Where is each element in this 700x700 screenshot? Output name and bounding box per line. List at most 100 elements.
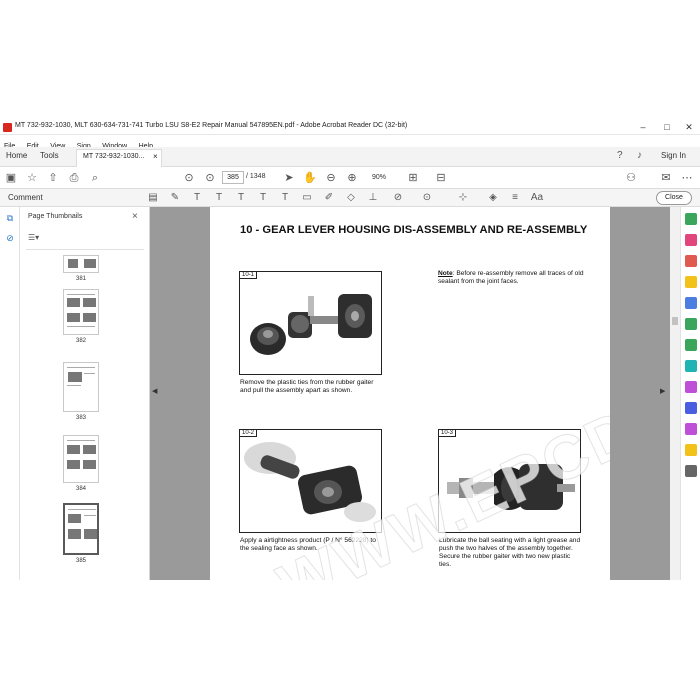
sign-in-button[interactable]: Sign In: [661, 151, 686, 160]
pencil-icon[interactable]: ✐: [322, 191, 336, 205]
assembled-housing-photo: [447, 464, 575, 510]
close-comment-button[interactable]: Close: [656, 191, 692, 205]
edit-pdf-icon[interactable]: [685, 255, 697, 267]
thumbnail-number: 383: [75, 415, 86, 421]
more-tools-icon[interactable]: ⋯: [680, 171, 694, 185]
zoom-in-icon[interactable]: ⊕: [345, 171, 359, 185]
more-tools-rail-icon[interactable]: [685, 465, 697, 477]
help-icon[interactable]: ?: [617, 150, 623, 161]
eraser-icon[interactable]: ◇: [344, 191, 358, 205]
pin-icon[interactable]: ⊹: [456, 191, 470, 205]
figure-10-1: 10-1: [239, 271, 382, 375]
collapse-left-panel-icon[interactable]: ◀: [152, 387, 157, 395]
zoom-select[interactable]: 90%: [364, 171, 394, 184]
thumbnail-page-381[interactable]: [63, 255, 99, 273]
expand-right-panel-icon[interactable]: ▶: [660, 387, 665, 395]
document-scrollbar[interactable]: [670, 207, 680, 580]
export-pdf-icon[interactable]: [685, 213, 697, 225]
minimize-button[interactable]: –: [632, 121, 654, 133]
notification-bell-icon[interactable]: ♪: [637, 150, 642, 161]
page-heading: 10 - GEAR LEVER HOUSING DIS-ASSEMBLY AND…: [240, 224, 588, 236]
bookmark-star-icon[interactable]: ☆: [25, 171, 39, 185]
note-text: : Before re-assembly remove all traces o…: [438, 270, 584, 285]
email-icon[interactable]: ✉: [659, 171, 673, 185]
comment-toolbar-label: Comment: [8, 193, 43, 202]
strikethrough-text-icon[interactable]: T: [212, 191, 226, 205]
fill-color-icon[interactable]: ◈: [486, 191, 500, 205]
thumbnail-number-selected: 385: [75, 558, 86, 564]
acrobat-window: MT 732-932-1030, MLT 630-634-731-741 Tur…: [0, 120, 700, 580]
underline-text-icon[interactable]: T: [190, 191, 204, 205]
panel-title: Page Thumbnails: [28, 213, 83, 220]
figure-label: 10-3: [439, 430, 457, 437]
thumbnail-number: 384: [75, 486, 86, 492]
highlight-icon[interactable]: ✎: [168, 191, 182, 205]
figure-10-2-caption: Apply a airtightness product (P / N° 562…: [240, 537, 376, 552]
acrobat-logo-icon: [3, 123, 12, 132]
print-icon[interactable]: ⎙: [67, 171, 81, 185]
font-size-icon[interactable]: Aa: [530, 191, 544, 205]
page-number-input[interactable]: 385: [222, 171, 244, 184]
protect-icon[interactable]: [685, 402, 697, 414]
tab-document[interactable]: MT 732-932-1030... ×: [76, 149, 162, 167]
next-page-icon[interactable]: ⊙: [203, 171, 217, 185]
figure-10-2: 10-2: [239, 429, 382, 533]
share-people-icon[interactable]: ⚇: [624, 171, 638, 185]
search-icon[interactable]: ⌕: [88, 171, 102, 185]
attachments-icon[interactable]: ⊘: [4, 233, 16, 245]
save-icon[interactable]: ▣: [4, 171, 18, 185]
tab-bar: Home Tools MT 732-932-1030... × ? ♪ Sign…: [0, 147, 700, 167]
figure-10-3: 10-3: [438, 429, 581, 533]
shapes-icon[interactable]: ⊙: [420, 191, 434, 205]
comment-toolbar: Comment ▤ ✎ T T T T T ▭ ✐ ◇ ⊥ ⊘ ⊙ ⊹ ◈ ≡ …: [0, 189, 700, 207]
title-bar: MT 732-932-1030, MLT 630-634-731-741 Tur…: [0, 120, 700, 135]
sticky-note-icon[interactable]: ▤: [146, 191, 160, 205]
thumbnail-page-382[interactable]: [63, 289, 99, 335]
combine-files-icon[interactable]: [685, 297, 697, 309]
tab-home[interactable]: Home: [6, 151, 27, 160]
prepare-form-icon[interactable]: [685, 444, 697, 456]
scan-ocr-icon[interactable]: [685, 339, 697, 351]
scroll-mode-icon[interactable]: ⊟: [434, 171, 448, 185]
tab-tools[interactable]: Tools: [40, 151, 59, 160]
panel-close-icon[interactable]: ×: [132, 211, 138, 222]
hand-tool-icon[interactable]: ✋: [303, 171, 317, 185]
document-viewport: ◀ ▶ 10 - GEAR LEVER HOUSING DIS-ASSEMBLY…: [150, 207, 670, 580]
compress-pdf-icon[interactable]: [685, 360, 697, 372]
thumbnail-page-383[interactable]: [63, 362, 99, 412]
close-window-button[interactable]: ✕: [678, 121, 700, 133]
comment-tool-icon[interactable]: [685, 276, 697, 288]
thumbnail-options-icon[interactable]: ☰▾: [28, 233, 39, 242]
insert-text-icon[interactable]: T: [256, 191, 270, 205]
replace-text-icon[interactable]: T: [234, 191, 248, 205]
text-box-icon[interactable]: T: [278, 191, 292, 205]
zoom-out-icon[interactable]: ⊖: [324, 171, 338, 185]
figure-10-1-caption: Remove the plastic ties from the rubber …: [240, 379, 374, 394]
send-for-signature-icon[interactable]: [685, 423, 697, 435]
page-thumbnails-icon[interactable]: ⧉: [4, 213, 16, 225]
figure-label: 10-1: [240, 272, 258, 279]
page-thumbnails-panel: Page Thumbnails × ☰▾ 381 382 383 384 385: [20, 207, 166, 580]
stamp-icon[interactable]: ⊥: [366, 191, 380, 205]
document-scrollbar-thumb[interactable]: [672, 317, 678, 325]
line-thickness-icon[interactable]: ≡: [508, 191, 522, 205]
thumbnail-page-384[interactable]: [63, 435, 99, 483]
organize-pages-icon[interactable]: [685, 318, 697, 330]
page-total: / 1348: [246, 173, 266, 180]
attach-file-icon[interactable]: ⊘: [391, 191, 405, 205]
upload-icon[interactable]: ⇧: [46, 171, 60, 185]
create-pdf-icon[interactable]: [685, 234, 697, 246]
select-cursor-icon[interactable]: ➤: [282, 171, 296, 185]
text-comment-icon[interactable]: ▭: [300, 191, 314, 205]
fill-sign-icon[interactable]: [685, 381, 697, 393]
menu-bar: File Edit View Sign Window Help: [0, 135, 700, 150]
sealant-application-photo: [244, 442, 376, 522]
maximize-button[interactable]: □: [656, 121, 678, 133]
figure-label: 10-2: [240, 430, 258, 437]
fit-page-icon[interactable]: ⊞: [406, 171, 420, 185]
tab-close-icon[interactable]: ×: [153, 152, 158, 161]
thumbnail-page-385[interactable]: [63, 503, 99, 555]
right-tools-rail: [680, 207, 700, 580]
previous-page-icon[interactable]: ⊙: [182, 171, 196, 185]
figure-10-3-caption: Lubricate the ball seating with a light …: [439, 537, 581, 568]
